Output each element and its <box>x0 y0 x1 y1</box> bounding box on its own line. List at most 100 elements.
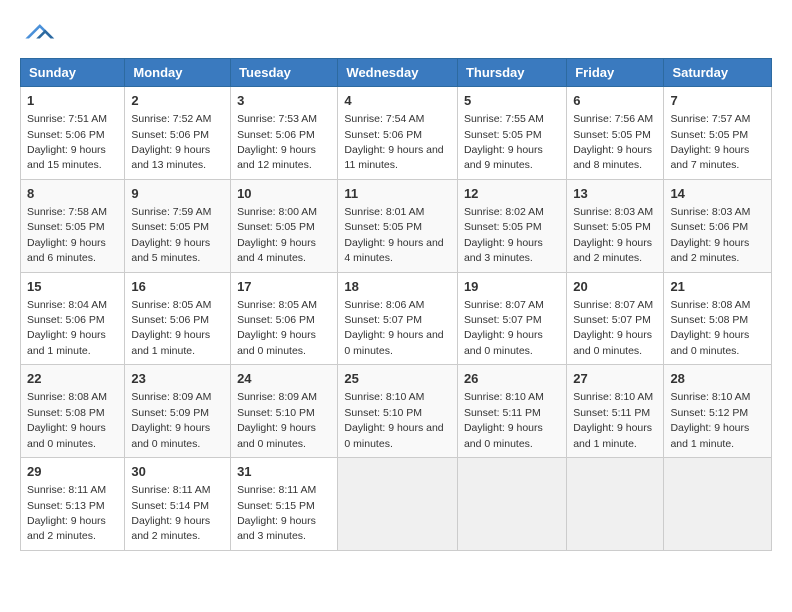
day-info: Sunrise: 7:51 AM Sunset: 5:06 PM Dayligh… <box>27 113 107 171</box>
day-cell: 31 Sunrise: 8:11 AM Sunset: 5:15 PM Dayli… <box>231 458 338 551</box>
day-info: Sunrise: 7:52 AM Sunset: 5:06 PM Dayligh… <box>131 113 211 171</box>
day-number: 27 <box>573 370 657 388</box>
day-info: Sunrise: 8:07 AM Sunset: 5:07 PM Dayligh… <box>464 299 544 357</box>
day-info: Sunrise: 8:04 AM Sunset: 5:06 PM Dayligh… <box>27 299 107 357</box>
header-row: SundayMondayTuesdayWednesdayThursdayFrid… <box>21 59 772 87</box>
day-cell: 13 Sunrise: 8:03 AM Sunset: 5:05 PM Dayli… <box>567 179 664 272</box>
day-number: 22 <box>27 370 118 388</box>
day-cell: 10 Sunrise: 8:00 AM Sunset: 5:05 PM Dayli… <box>231 179 338 272</box>
day-info: Sunrise: 7:57 AM Sunset: 5:05 PM Dayligh… <box>670 113 750 171</box>
day-cell: 5 Sunrise: 7:55 AM Sunset: 5:05 PM Daylig… <box>457 87 566 180</box>
day-number: 5 <box>464 92 560 110</box>
day-cell: 18Sunrise: 8:06 AM Sunset: 5:07 PM Dayli… <box>338 272 458 365</box>
day-number: 3 <box>237 92 331 110</box>
day-number: 12 <box>464 185 560 203</box>
header-cell-sunday: Sunday <box>21 59 125 87</box>
day-info: Sunrise: 7:53 AM Sunset: 5:06 PM Dayligh… <box>237 113 317 171</box>
day-info: Sunrise: 8:10 AM Sunset: 5:11 PM Dayligh… <box>464 391 544 449</box>
header-cell-thursday: Thursday <box>457 59 566 87</box>
logo-icon <box>20 20 56 48</box>
day-cell: 20Sunrise: 8:07 AM Sunset: 5:07 PM Dayli… <box>567 272 664 365</box>
day-cell: 6 Sunrise: 7:56 AM Sunset: 5:05 PM Daylig… <box>567 87 664 180</box>
week-row-3: 15 Sunrise: 8:04 AM Sunset: 5:06 PM Dayli… <box>21 272 772 365</box>
week-row-5: 29 Sunrise: 8:11 AM Sunset: 5:13 PM Dayli… <box>21 458 772 551</box>
day-number: 21 <box>670 278 765 296</box>
day-info: Sunrise: 8:00 AM Sunset: 5:05 PM Dayligh… <box>237 206 317 264</box>
day-number: 14 <box>670 185 765 203</box>
day-info: Sunrise: 8:10 AM Sunset: 5:12 PM Dayligh… <box>670 391 750 449</box>
day-cell: 21 Sunrise: 8:08 AM Sunset: 5:08 PM Dayli… <box>664 272 772 365</box>
day-number: 4 <box>344 92 451 110</box>
day-info: Sunrise: 8:05 AM Sunset: 5:06 PM Dayligh… <box>131 299 211 357</box>
day-number: 13 <box>573 185 657 203</box>
day-cell: 15 Sunrise: 8:04 AM Sunset: 5:06 PM Dayli… <box>21 272 125 365</box>
week-row-1: 1 Sunrise: 7:51 AM Sunset: 5:06 PM Daylig… <box>21 87 772 180</box>
calendar-header: SundayMondayTuesdayWednesdayThursdayFrid… <box>21 59 772 87</box>
header-cell-tuesday: Tuesday <box>231 59 338 87</box>
day-cell: 8 Sunrise: 7:58 AM Sunset: 5:05 PM Daylig… <box>21 179 125 272</box>
day-number: 16 <box>131 278 224 296</box>
day-number: 29 <box>27 463 118 481</box>
day-info: Sunrise: 7:59 AM Sunset: 5:05 PM Dayligh… <box>131 206 211 264</box>
day-number: 18 <box>344 278 451 296</box>
day-info: Sunrise: 8:01 AM Sunset: 5:05 PM Dayligh… <box>344 206 443 264</box>
day-number: 20 <box>573 278 657 296</box>
day-info: Sunrise: 8:10 AM Sunset: 5:10 PM Dayligh… <box>344 391 443 449</box>
day-info: Sunrise: 8:09 AM Sunset: 5:09 PM Dayligh… <box>131 391 211 449</box>
day-number: 15 <box>27 278 118 296</box>
header-cell-wednesday: Wednesday <box>338 59 458 87</box>
day-cell: 30 Sunrise: 8:11 AM Sunset: 5:14 PM Dayli… <box>125 458 231 551</box>
day-cell <box>338 458 458 551</box>
day-number: 23 <box>131 370 224 388</box>
day-number: 31 <box>237 463 331 481</box>
header-cell-saturday: Saturday <box>664 59 772 87</box>
day-cell: 25 Sunrise: 8:10 AM Sunset: 5:10 PM Dayli… <box>338 365 458 458</box>
day-cell: 24Sunrise: 8:09 AM Sunset: 5:10 PM Dayli… <box>231 365 338 458</box>
day-cell: 22 Sunrise: 8:08 AM Sunset: 5:08 PM Dayli… <box>21 365 125 458</box>
day-cell: 7 Sunrise: 7:57 AM Sunset: 5:05 PM Daylig… <box>664 87 772 180</box>
day-number: 7 <box>670 92 765 110</box>
day-cell: 12 Sunrise: 8:02 AM Sunset: 5:05 PM Dayli… <box>457 179 566 272</box>
day-info: Sunrise: 7:56 AM Sunset: 5:05 PM Dayligh… <box>573 113 653 171</box>
day-info: Sunrise: 7:58 AM Sunset: 5:05 PM Dayligh… <box>27 206 107 264</box>
day-number: 10 <box>237 185 331 203</box>
calendar-table: SundayMondayTuesdayWednesdayThursdayFrid… <box>20 58 772 551</box>
day-info: Sunrise: 8:02 AM Sunset: 5:05 PM Dayligh… <box>464 206 544 264</box>
day-info: Sunrise: 8:11 AM Sunset: 5:14 PM Dayligh… <box>131 484 210 542</box>
day-info: Sunrise: 8:08 AM Sunset: 5:08 PM Dayligh… <box>27 391 107 449</box>
day-number: 30 <box>131 463 224 481</box>
day-info: Sunrise: 8:11 AM Sunset: 5:15 PM Dayligh… <box>237 484 316 542</box>
header-cell-friday: Friday <box>567 59 664 87</box>
day-cell: 23 Sunrise: 8:09 AM Sunset: 5:09 PM Dayli… <box>125 365 231 458</box>
day-cell <box>664 458 772 551</box>
day-cell <box>567 458 664 551</box>
day-cell: 19Sunrise: 8:07 AM Sunset: 5:07 PM Dayli… <box>457 272 566 365</box>
day-number: 25 <box>344 370 451 388</box>
day-cell: 27 Sunrise: 8:10 AM Sunset: 5:11 PM Dayli… <box>567 365 664 458</box>
day-cell: 1 Sunrise: 7:51 AM Sunset: 5:06 PM Daylig… <box>21 87 125 180</box>
day-cell: 3 Sunrise: 7:53 AM Sunset: 5:06 PM Daylig… <box>231 87 338 180</box>
day-info: Sunrise: 8:03 AM Sunset: 5:05 PM Dayligh… <box>573 206 653 264</box>
day-cell: 9Sunrise: 7:59 AM Sunset: 5:05 PM Daylig… <box>125 179 231 272</box>
day-info: Sunrise: 7:54 AM Sunset: 5:06 PM Dayligh… <box>344 113 443 171</box>
day-info: Sunrise: 8:11 AM Sunset: 5:13 PM Dayligh… <box>27 484 106 542</box>
logo <box>20 20 62 48</box>
day-info: Sunrise: 8:08 AM Sunset: 5:08 PM Dayligh… <box>670 299 750 357</box>
day-cell: 17 Sunrise: 8:05 AM Sunset: 5:06 PM Dayli… <box>231 272 338 365</box>
day-number: 1 <box>27 92 118 110</box>
day-cell: 16 Sunrise: 8:05 AM Sunset: 5:06 PM Dayli… <box>125 272 231 365</box>
day-number: 17 <box>237 278 331 296</box>
calendar-body: 1 Sunrise: 7:51 AM Sunset: 5:06 PM Daylig… <box>21 87 772 551</box>
day-info: Sunrise: 8:09 AM Sunset: 5:10 PM Dayligh… <box>237 391 317 449</box>
day-info: Sunrise: 7:55 AM Sunset: 5:05 PM Dayligh… <box>464 113 544 171</box>
day-info: Sunrise: 8:10 AM Sunset: 5:11 PM Dayligh… <box>573 391 653 449</box>
day-info: Sunrise: 8:05 AM Sunset: 5:06 PM Dayligh… <box>237 299 317 357</box>
day-cell: 28Sunrise: 8:10 AM Sunset: 5:12 PM Dayli… <box>664 365 772 458</box>
day-cell: 29 Sunrise: 8:11 AM Sunset: 5:13 PM Dayli… <box>21 458 125 551</box>
header-cell-monday: Monday <box>125 59 231 87</box>
day-number: 6 <box>573 92 657 110</box>
day-cell: 11Sunrise: 8:01 AM Sunset: 5:05 PM Dayli… <box>338 179 458 272</box>
day-number: 8 <box>27 185 118 203</box>
day-cell: 26Sunrise: 8:10 AM Sunset: 5:11 PM Dayli… <box>457 365 566 458</box>
day-cell <box>457 458 566 551</box>
